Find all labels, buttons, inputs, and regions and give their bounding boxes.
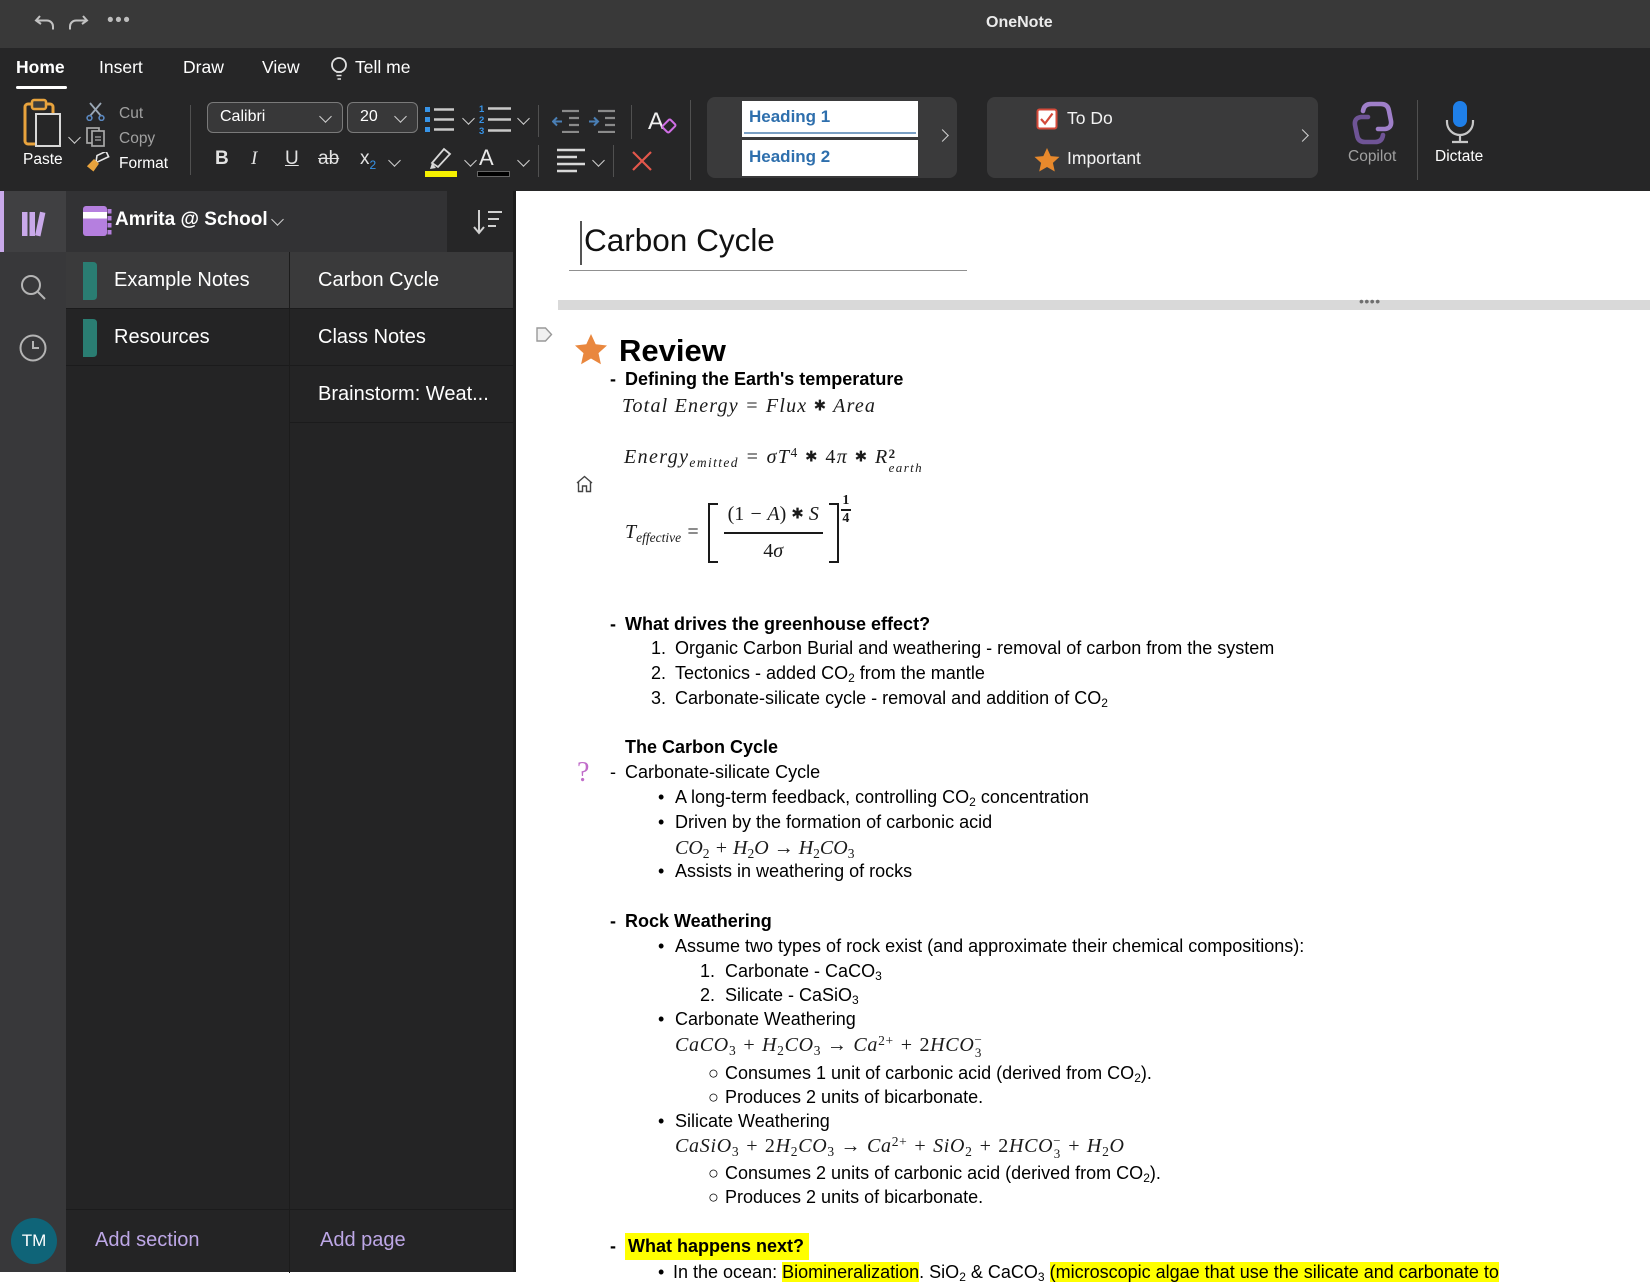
svg-text:A: A: [648, 108, 664, 135]
svg-text:2: 2: [479, 115, 484, 126]
svg-text:3: 3: [479, 126, 484, 137]
svg-text:1: 1: [479, 104, 485, 115]
